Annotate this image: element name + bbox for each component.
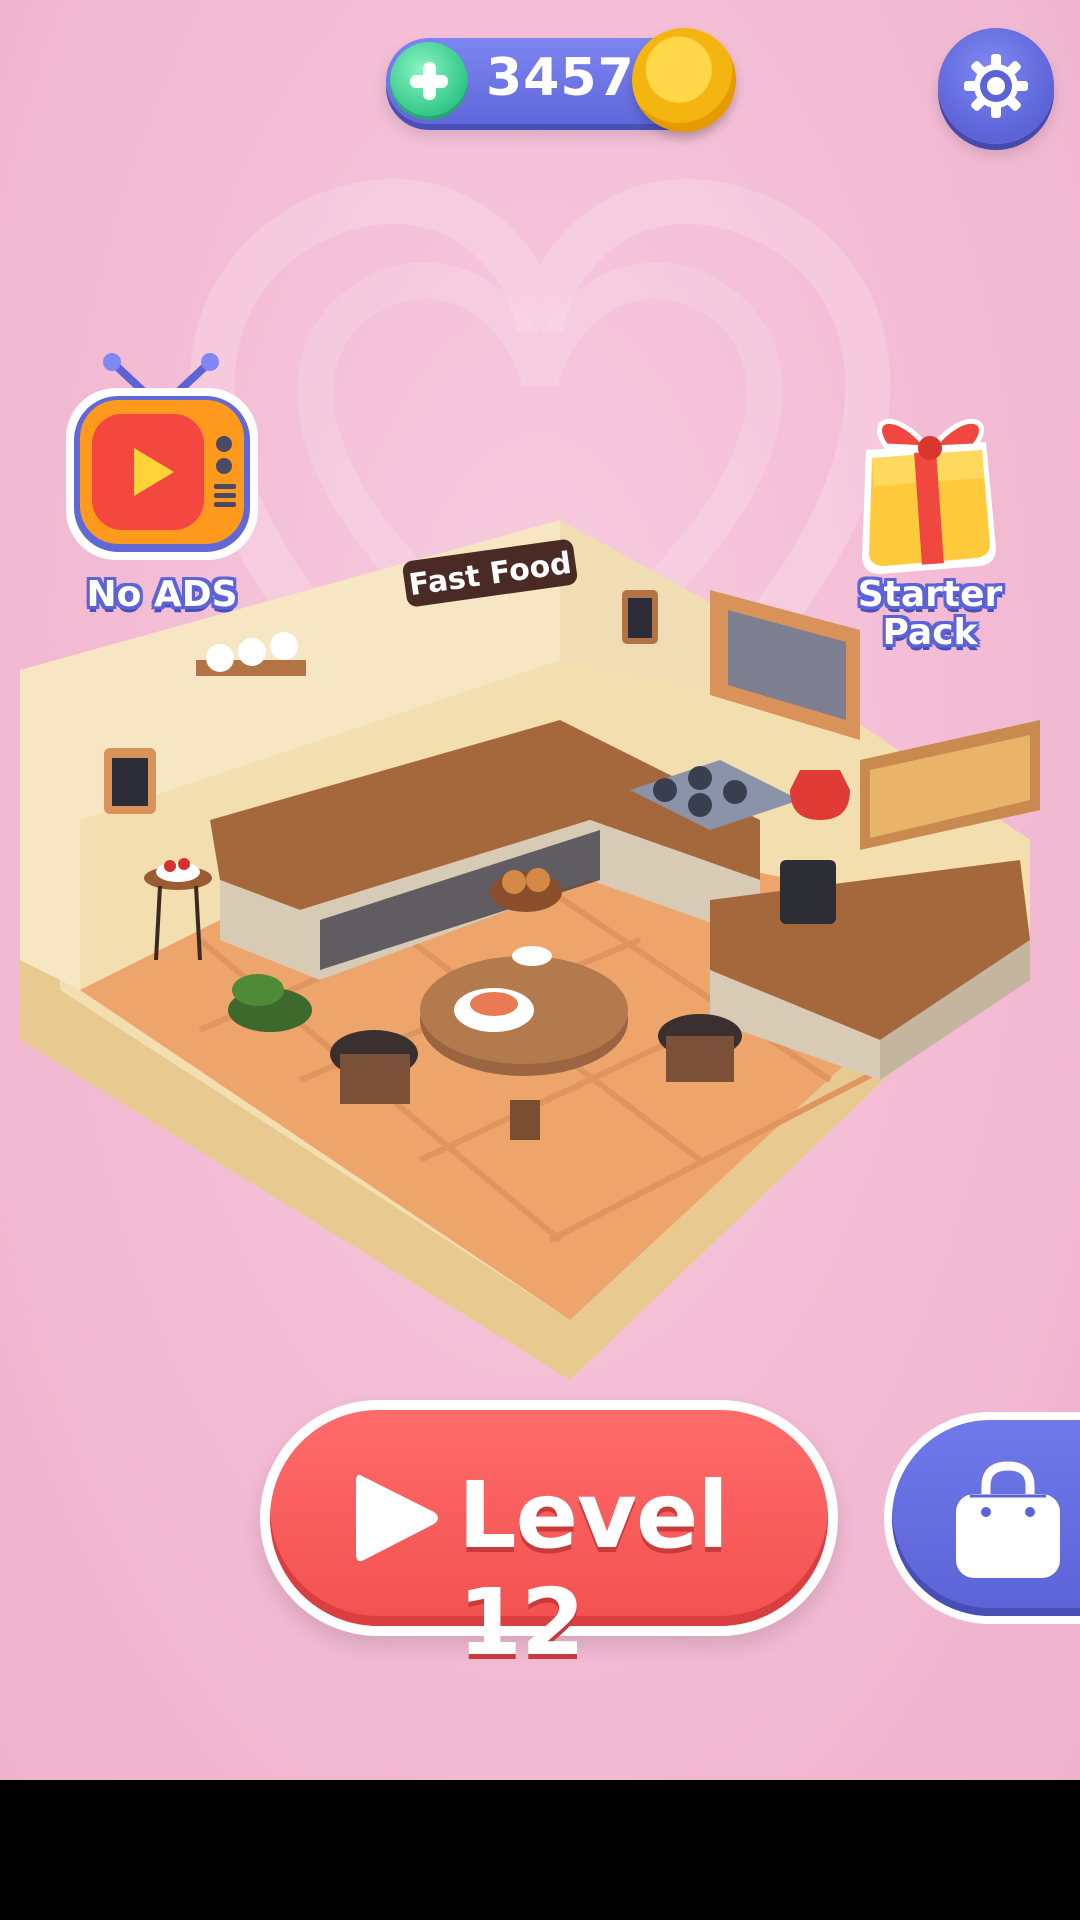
play-level-button-face: Level 12 [270,1410,828,1676]
gold-coin-icon [632,28,736,132]
game-home-screen: 3457 No ADS Starter Pack Fast Food Level… [0,0,1080,1780]
play-triangle-icon [356,1474,438,1562]
level-label: Level 12 [458,1462,729,1676]
shopping-bag-icon [956,1461,1060,1578]
system-navigation-bar [0,1780,1080,1920]
shop-button[interactable] [884,1412,1080,1624]
gear-icon [964,54,1028,118]
settings-button[interactable] [938,28,1054,144]
coin-count: 3457 [486,48,635,108]
kitchen-room-scene: Fast Food [20,520,1040,1380]
shop-button-face [892,1420,1080,1616]
play-level-button[interactable]: Level 12 [260,1400,838,1676]
plus-icon[interactable] [390,42,468,120]
